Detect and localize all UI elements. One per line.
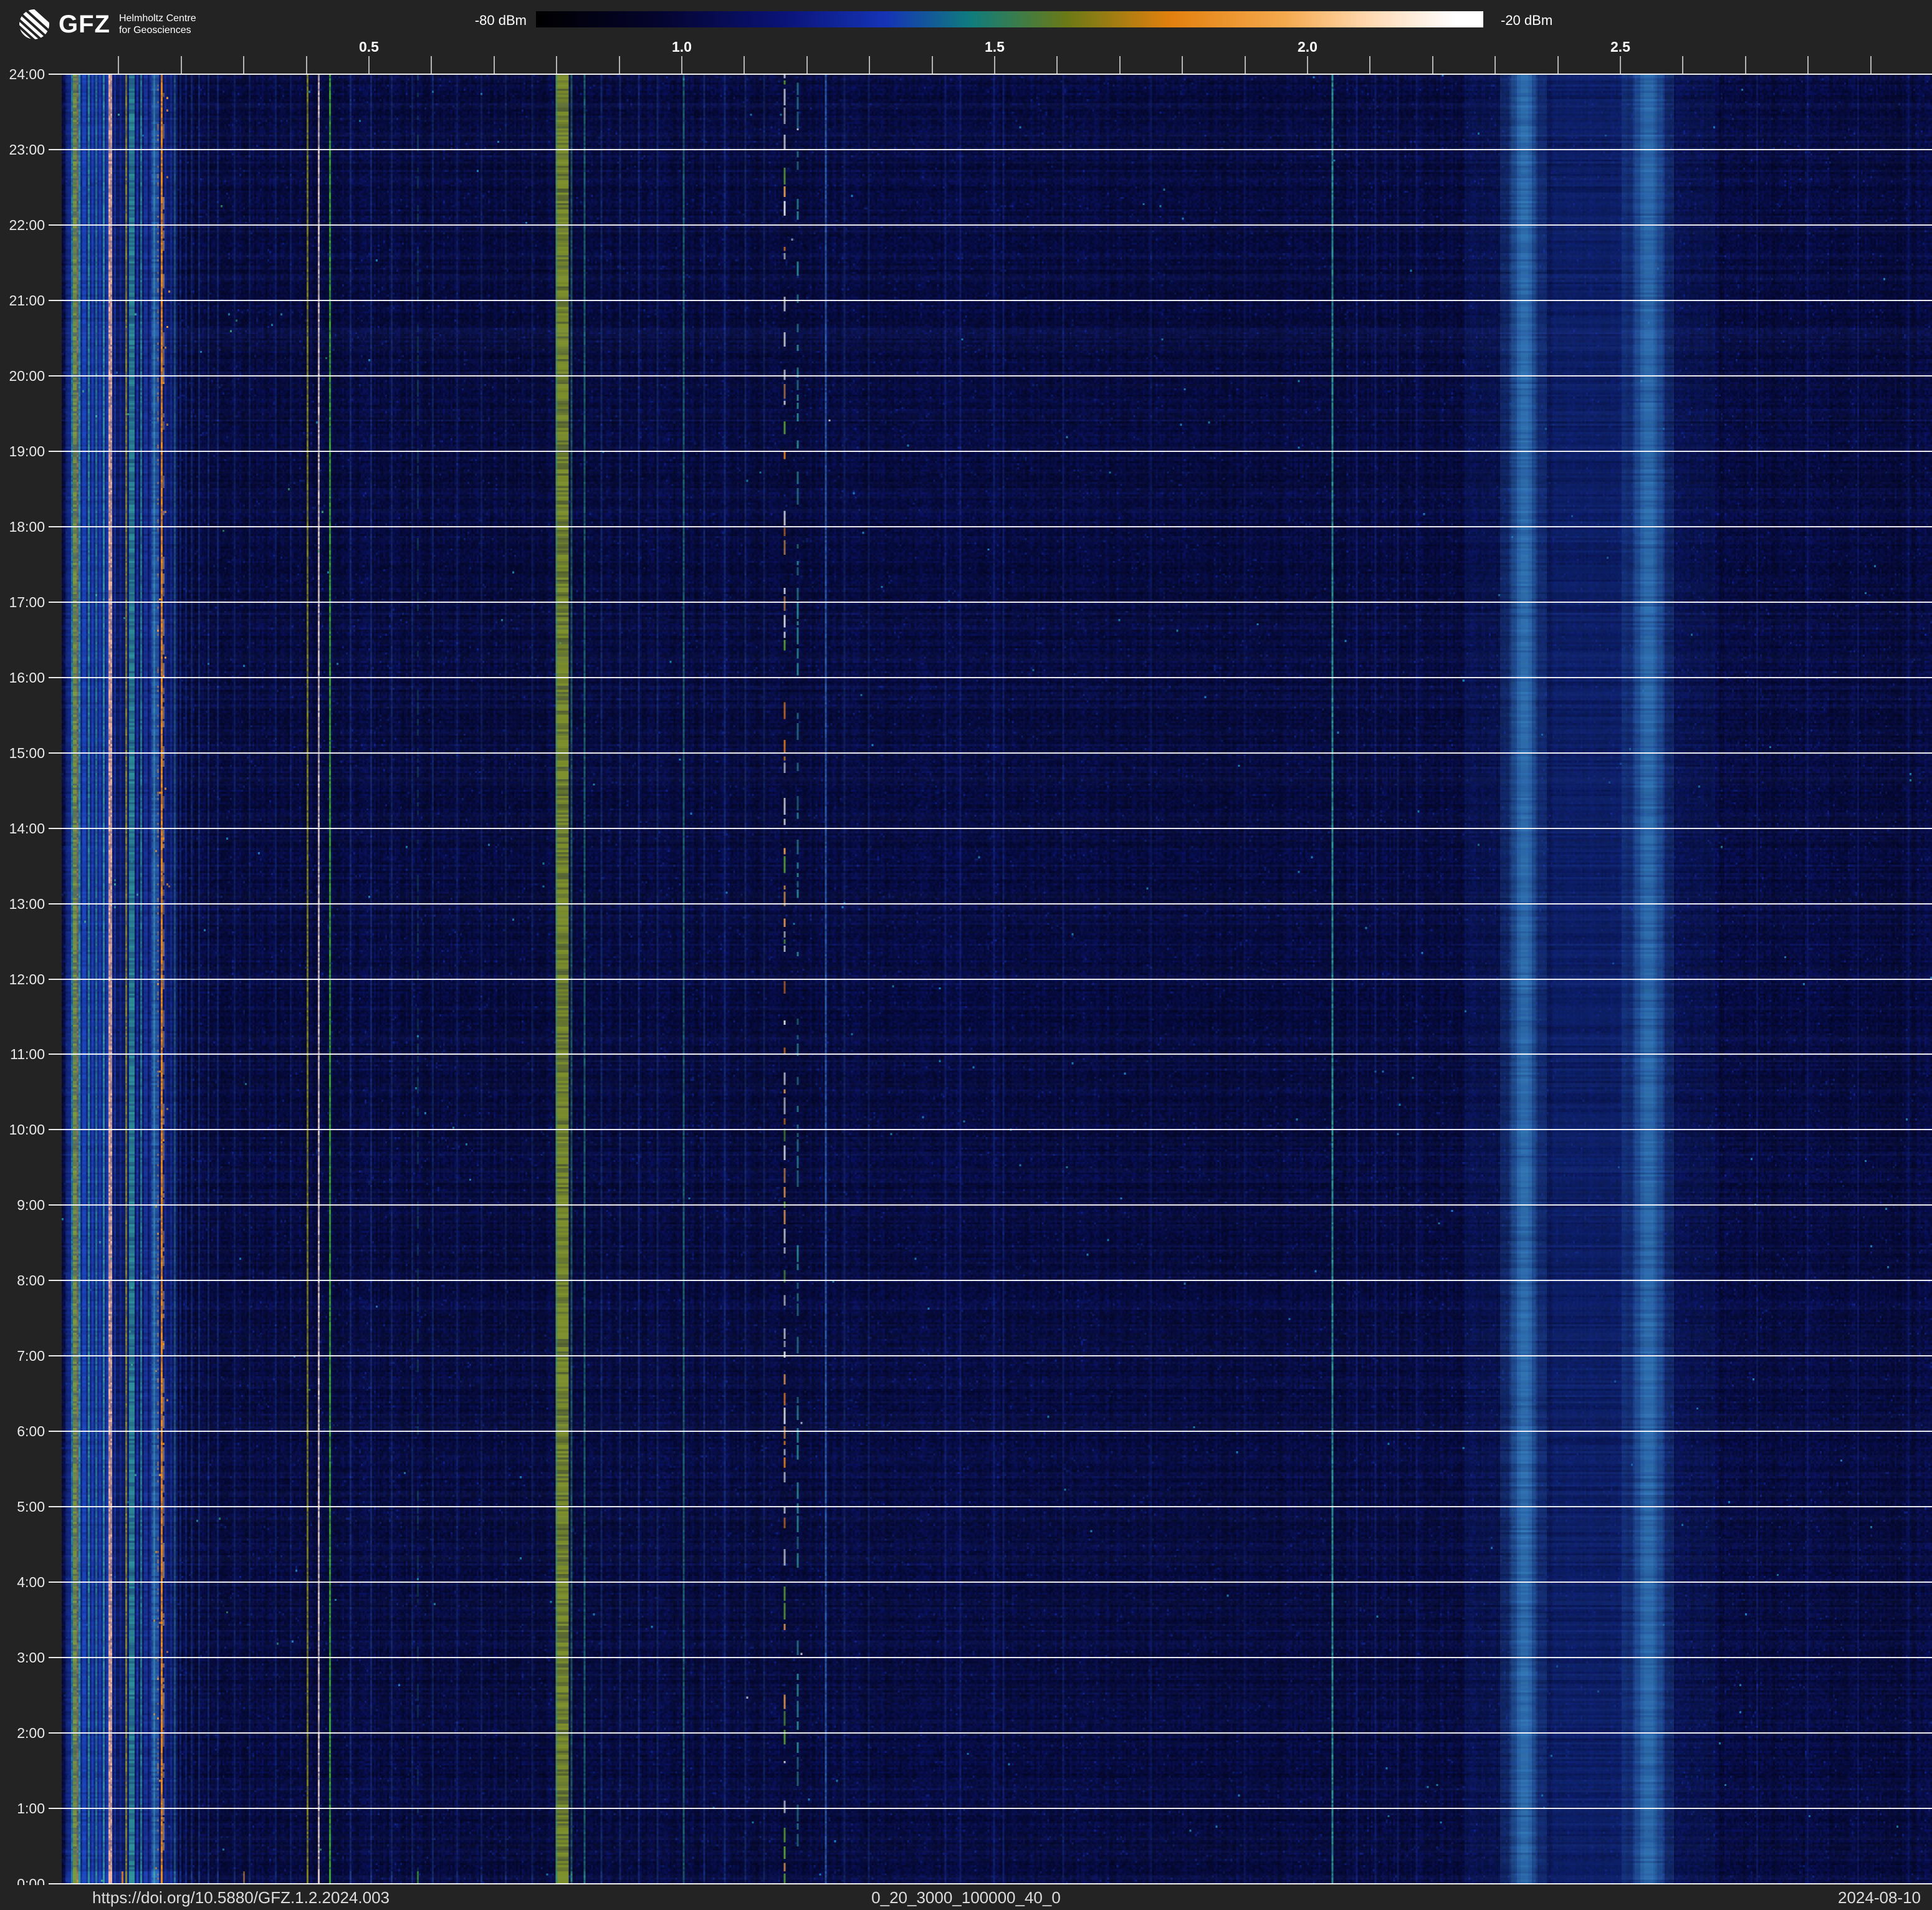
gfz-logo-subtitle: Helmholtz Centre for Geosciences: [119, 12, 196, 36]
x-axis-tick: [1432, 56, 1433, 74]
hour-gridline: [49, 979, 1932, 980]
hour-gridline: [49, 1506, 1932, 1507]
time-label: 15:00: [0, 744, 45, 762]
time-label: 20:00: [0, 367, 45, 385]
time-label: 2:00: [0, 1724, 45, 1742]
x-axis-tick: [494, 56, 495, 74]
time-label: 4:00: [0, 1573, 45, 1591]
time-label: 12:00: [0, 971, 45, 988]
hour-gridline: [49, 1355, 1932, 1356]
x-axis-tick: [431, 56, 432, 74]
x-axis-tick: [556, 56, 557, 74]
x-axis-tick: [306, 56, 307, 74]
x-axis-tick-label: 1.0: [657, 39, 707, 55]
x-axis-tick: [869, 56, 870, 74]
hour-gridline: [49, 1431, 1932, 1432]
x-axis-tick: [1557, 56, 1559, 74]
x-axis-tick: [1307, 56, 1308, 74]
time-label: 17:00: [0, 593, 45, 611]
time-label: 11:00: [0, 1045, 45, 1063]
x-axis-tick: [806, 56, 808, 74]
x-axis-tick: [932, 56, 933, 74]
hour-gridline: [49, 1883, 1932, 1884]
x-axis-tick: [368, 56, 370, 74]
time-label: 8:00: [0, 1272, 45, 1289]
time-label: 16:00: [0, 669, 45, 686]
hour-gridline: [49, 677, 1932, 678]
filename-text: 0_20_3000_100000_40_0: [0, 1888, 1932, 1908]
time-label: 22:00: [0, 216, 45, 234]
header-bar: GFZ Helmholtz Centre for Geosciences -80…: [0, 0, 1932, 74]
hour-gridline: [49, 375, 1932, 377]
x-axis-tick: [1807, 56, 1809, 74]
x-axis-tick: [1245, 56, 1246, 74]
hour-gridline: [49, 300, 1932, 301]
time-label: 3:00: [0, 1649, 45, 1666]
time-label: 6:00: [0, 1423, 45, 1440]
x-axis-tick: [1870, 56, 1872, 74]
x-axis-tick: [619, 56, 620, 74]
hour-gridline: [49, 903, 1932, 905]
hour-gridline: [49, 1280, 1932, 1281]
x-axis-tick: [1182, 56, 1183, 74]
hour-gridline: [49, 828, 1932, 829]
x-axis-tick: [1056, 56, 1058, 74]
time-label: 10:00: [0, 1121, 45, 1138]
time-label: 19:00: [0, 443, 45, 460]
hour-gridline: [49, 451, 1932, 452]
x-axis-tick: [1620, 56, 1621, 74]
gfz-logo-line2: for Geosciences: [119, 24, 196, 36]
time-label: 5:00: [0, 1498, 45, 1515]
hour-gridline: [49, 526, 1932, 527]
time-label: 23:00: [0, 141, 45, 158]
hour-gridline: [49, 1732, 1932, 1734]
x-axis-tick-label: 2.5: [1595, 39, 1645, 55]
hour-gridline: [49, 74, 1932, 75]
hour-gridline: [49, 602, 1932, 603]
time-label: 14:00: [0, 820, 45, 837]
x-axis-tick-label: 0.5: [344, 39, 394, 55]
x-axis-tick: [744, 56, 745, 74]
x-axis-tick: [1745, 56, 1746, 74]
hour-gridline: [49, 1053, 1932, 1055]
x-axis-tick: [243, 56, 244, 74]
gfz-logo-line1: Helmholtz Centre: [119, 12, 196, 24]
time-label: 1:00: [0, 1800, 45, 1817]
x-axis-tick: [1369, 56, 1370, 74]
x-axis-tick: [1119, 56, 1121, 74]
hour-gridline: [49, 1129, 1932, 1130]
gfz-logo-abbr: GFZ: [59, 11, 110, 39]
footer-bar: https://doi.org/10.5880/GFZ.1.2.2024.003…: [0, 1885, 1932, 1910]
hour-gridline: [49, 224, 1932, 226]
colorbar-min-label: -80 dBm: [449, 12, 527, 29]
colorbar-gradient: [536, 11, 1483, 27]
time-label: 7:00: [0, 1347, 45, 1365]
gfz-logo: GFZ Helmholtz Centre for Geosciences: [19, 9, 196, 40]
x-axis-tick: [1682, 56, 1683, 74]
time-label: 9:00: [0, 1196, 45, 1214]
time-label: 24:00: [0, 65, 45, 83]
hour-gridline: [49, 1581, 1932, 1583]
time-label: 21:00: [0, 292, 45, 309]
x-axis-tick-label: 1.5: [970, 39, 1020, 55]
x-axis-tick: [681, 56, 682, 74]
hour-gridline: [49, 752, 1932, 754]
x-axis-tick: [994, 56, 995, 74]
x-axis-tick: [118, 56, 119, 74]
date-text: 2024-08-10: [1838, 1888, 1921, 1908]
hour-gridline: [49, 149, 1932, 150]
x-axis-tick-label: 2.0: [1283, 39, 1332, 55]
time-label: 13:00: [0, 895, 45, 913]
hour-gridline: [49, 1657, 1932, 1658]
x-axis-tick: [1494, 56, 1496, 74]
colorbar-max-label: -20 dBm: [1501, 12, 1552, 29]
hour-gridline: [49, 1808, 1932, 1809]
hour-gridline: [49, 1204, 1932, 1206]
x-axis-tick: [181, 56, 182, 74]
gfz-globe-icon: [19, 9, 50, 40]
time-label: 18:00: [0, 518, 45, 535]
